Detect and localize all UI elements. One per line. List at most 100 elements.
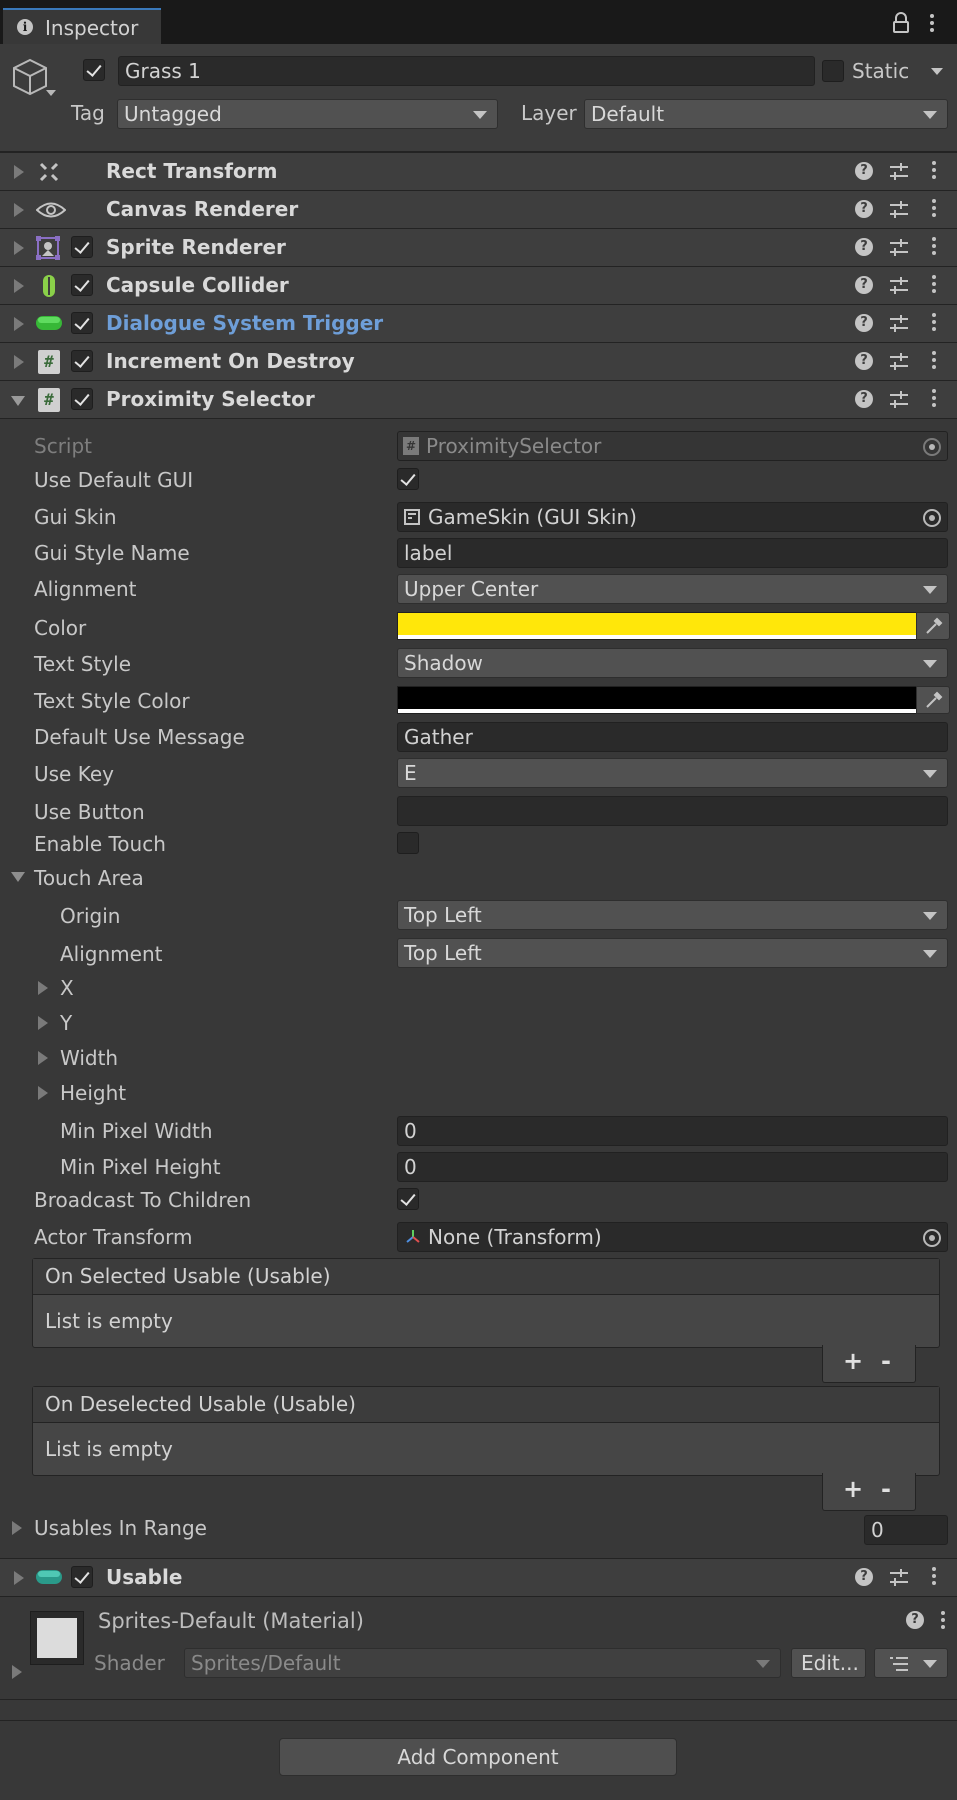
add-listener-button[interactable]: + (843, 1347, 863, 1375)
presets-icon[interactable] (889, 238, 909, 258)
help-icon[interactable]: ? (855, 1568, 873, 1586)
lock-icon[interactable] (892, 12, 910, 34)
component-rect-transform[interactable]: Rect Transform ? (0, 152, 957, 190)
expand-arrow-icon[interactable] (14, 203, 24, 217)
touch-area-collapse-arrow-icon[interactable] (11, 872, 25, 882)
component-menu-kebab-icon[interactable] (931, 275, 937, 296)
expand-arrow-icon[interactable] (14, 241, 24, 255)
default-use-message-input[interactable]: Gather (397, 722, 948, 752)
alignment-dropdown[interactable]: Upper Center (397, 574, 948, 604)
usables-in-range-expand-arrow-icon[interactable] (12, 1521, 22, 1535)
expand-arrow-icon[interactable] (14, 279, 24, 293)
help-icon[interactable]: ? (855, 162, 873, 180)
width-expand-arrow-icon[interactable] (38, 1051, 48, 1065)
gui-skin-field[interactable]: GameSkin (GUI Skin) (397, 502, 948, 532)
text-style-color-swatch[interactable] (397, 686, 917, 714)
material-menu-kebab-icon[interactable] (940, 1611, 946, 1632)
gui-style-name-input[interactable]: label (397, 538, 948, 568)
height-expand-arrow-icon[interactable] (38, 1086, 48, 1100)
add-component-button[interactable]: Add Component (279, 1738, 677, 1776)
color-swatch[interactable] (397, 612, 917, 640)
object-picker-icon[interactable] (923, 1229, 941, 1247)
component-menu-kebab-icon[interactable] (931, 161, 937, 182)
presets-icon[interactable] (889, 1568, 909, 1588)
use-button-input[interactable] (397, 796, 948, 826)
expand-arrow-icon[interactable] (14, 1571, 24, 1585)
presets-icon[interactable] (889, 276, 909, 296)
component-enabled-checkbox[interactable] (71, 274, 93, 296)
usables-in-range-count[interactable]: 0 (864, 1515, 948, 1545)
component-enabled-checkbox[interactable] (71, 236, 93, 258)
presets-icon[interactable] (889, 352, 909, 372)
static-checkbox[interactable] (822, 60, 844, 82)
static-dropdown-arrow-icon[interactable] (931, 68, 943, 75)
origin-dropdown[interactable]: Top Left (397, 900, 948, 930)
component-menu-kebab-icon[interactable] (931, 199, 937, 220)
object-name-input[interactable]: Grass 1 (118, 56, 815, 86)
component-increment-on-destroy[interactable]: # Increment On Destroy ? (0, 342, 957, 380)
component-menu-kebab-icon[interactable] (931, 313, 937, 334)
x-expand-arrow-icon[interactable] (38, 981, 48, 995)
shader-dropdown[interactable]: Sprites/Default (184, 1648, 781, 1678)
component-enabled-checkbox[interactable] (71, 388, 93, 410)
height-label[interactable]: Height (60, 1081, 126, 1105)
help-icon[interactable]: ? (906, 1611, 924, 1629)
width-label[interactable]: Width (60, 1046, 118, 1070)
broadcast-to-children-checkbox[interactable] (397, 1188, 419, 1210)
enable-touch-checkbox[interactable] (397, 832, 419, 854)
component-sprite-renderer[interactable]: Sprite Renderer ? (0, 228, 957, 266)
x-label[interactable]: X (60, 976, 74, 1000)
tab-menu-kebab-icon[interactable] (929, 14, 935, 35)
help-icon[interactable]: ? (855, 352, 873, 370)
remove-listener-button[interactable]: - (881, 1347, 891, 1375)
tab-inspector[interactable]: i Inspector (3, 8, 161, 44)
component-usable[interactable]: Usable ? (0, 1558, 957, 1596)
help-icon[interactable]: ? (855, 238, 873, 256)
gameobject-cube-icon[interactable] (12, 56, 56, 100)
use-default-gui-checkbox[interactable] (397, 468, 419, 490)
component-menu-kebab-icon[interactable] (931, 351, 937, 372)
expand-arrow-icon[interactable] (14, 355, 24, 369)
y-label[interactable]: Y (60, 1011, 72, 1035)
remove-listener-button[interactable]: - (881, 1475, 891, 1503)
add-listener-button[interactable]: + (843, 1475, 863, 1503)
presets-icon[interactable] (889, 200, 909, 220)
y-expand-arrow-icon[interactable] (38, 1016, 48, 1030)
text-style-dropdown[interactable]: Shadow (397, 648, 948, 678)
component-enabled-checkbox[interactable] (71, 350, 93, 372)
material-expand-arrow-icon[interactable] (12, 1665, 22, 1679)
text-style-color-eyedropper-button[interactable] (916, 686, 950, 714)
collapse-arrow-icon[interactable] (11, 396, 25, 406)
component-proximity-selector[interactable]: # Proximity Selector ? (0, 380, 957, 418)
component-capsule-collider[interactable]: Capsule Collider ? (0, 266, 957, 304)
actor-transform-field[interactable]: None (Transform) (397, 1222, 948, 1252)
presets-icon[interactable] (889, 314, 909, 334)
expand-arrow-icon[interactable] (14, 317, 24, 331)
help-icon[interactable]: ? (855, 200, 873, 218)
help-icon[interactable]: ? (855, 390, 873, 408)
presets-icon[interactable] (889, 162, 909, 182)
component-enabled-checkbox[interactable] (71, 1566, 93, 1588)
layer-dropdown[interactable]: Default (584, 99, 948, 129)
touch-area-label[interactable]: Touch Area (34, 866, 144, 890)
tag-dropdown[interactable]: Untagged (117, 99, 498, 129)
component-dialogue-system-trigger[interactable]: Dialogue System Trigger ? (0, 304, 957, 342)
color-eyedropper-button[interactable] (916, 612, 950, 640)
component-enabled-checkbox[interactable] (71, 312, 93, 334)
presets-icon[interactable] (889, 390, 909, 410)
help-icon[interactable]: ? (855, 314, 873, 332)
active-checkbox[interactable] (83, 59, 105, 81)
min-pixel-height-input[interactable]: 0 (397, 1152, 948, 1182)
touch-alignment-dropdown[interactable]: Top Left (397, 938, 948, 968)
min-pixel-width-input[interactable]: 0 (397, 1116, 948, 1146)
component-canvas-renderer[interactable]: Canvas Renderer ? (0, 190, 957, 228)
expand-arrow-icon[interactable] (14, 165, 24, 179)
component-menu-kebab-icon[interactable] (931, 389, 937, 410)
usables-in-range-label[interactable]: Usables In Range (34, 1516, 207, 1540)
shader-edit-button[interactable]: Edit... (791, 1648, 866, 1678)
help-icon[interactable]: ? (855, 276, 873, 294)
component-menu-kebab-icon[interactable] (931, 237, 937, 258)
use-key-dropdown[interactable]: E (397, 758, 948, 788)
shader-options-dropdown[interactable] (874, 1648, 948, 1678)
component-menu-kebab-icon[interactable] (931, 1567, 937, 1588)
